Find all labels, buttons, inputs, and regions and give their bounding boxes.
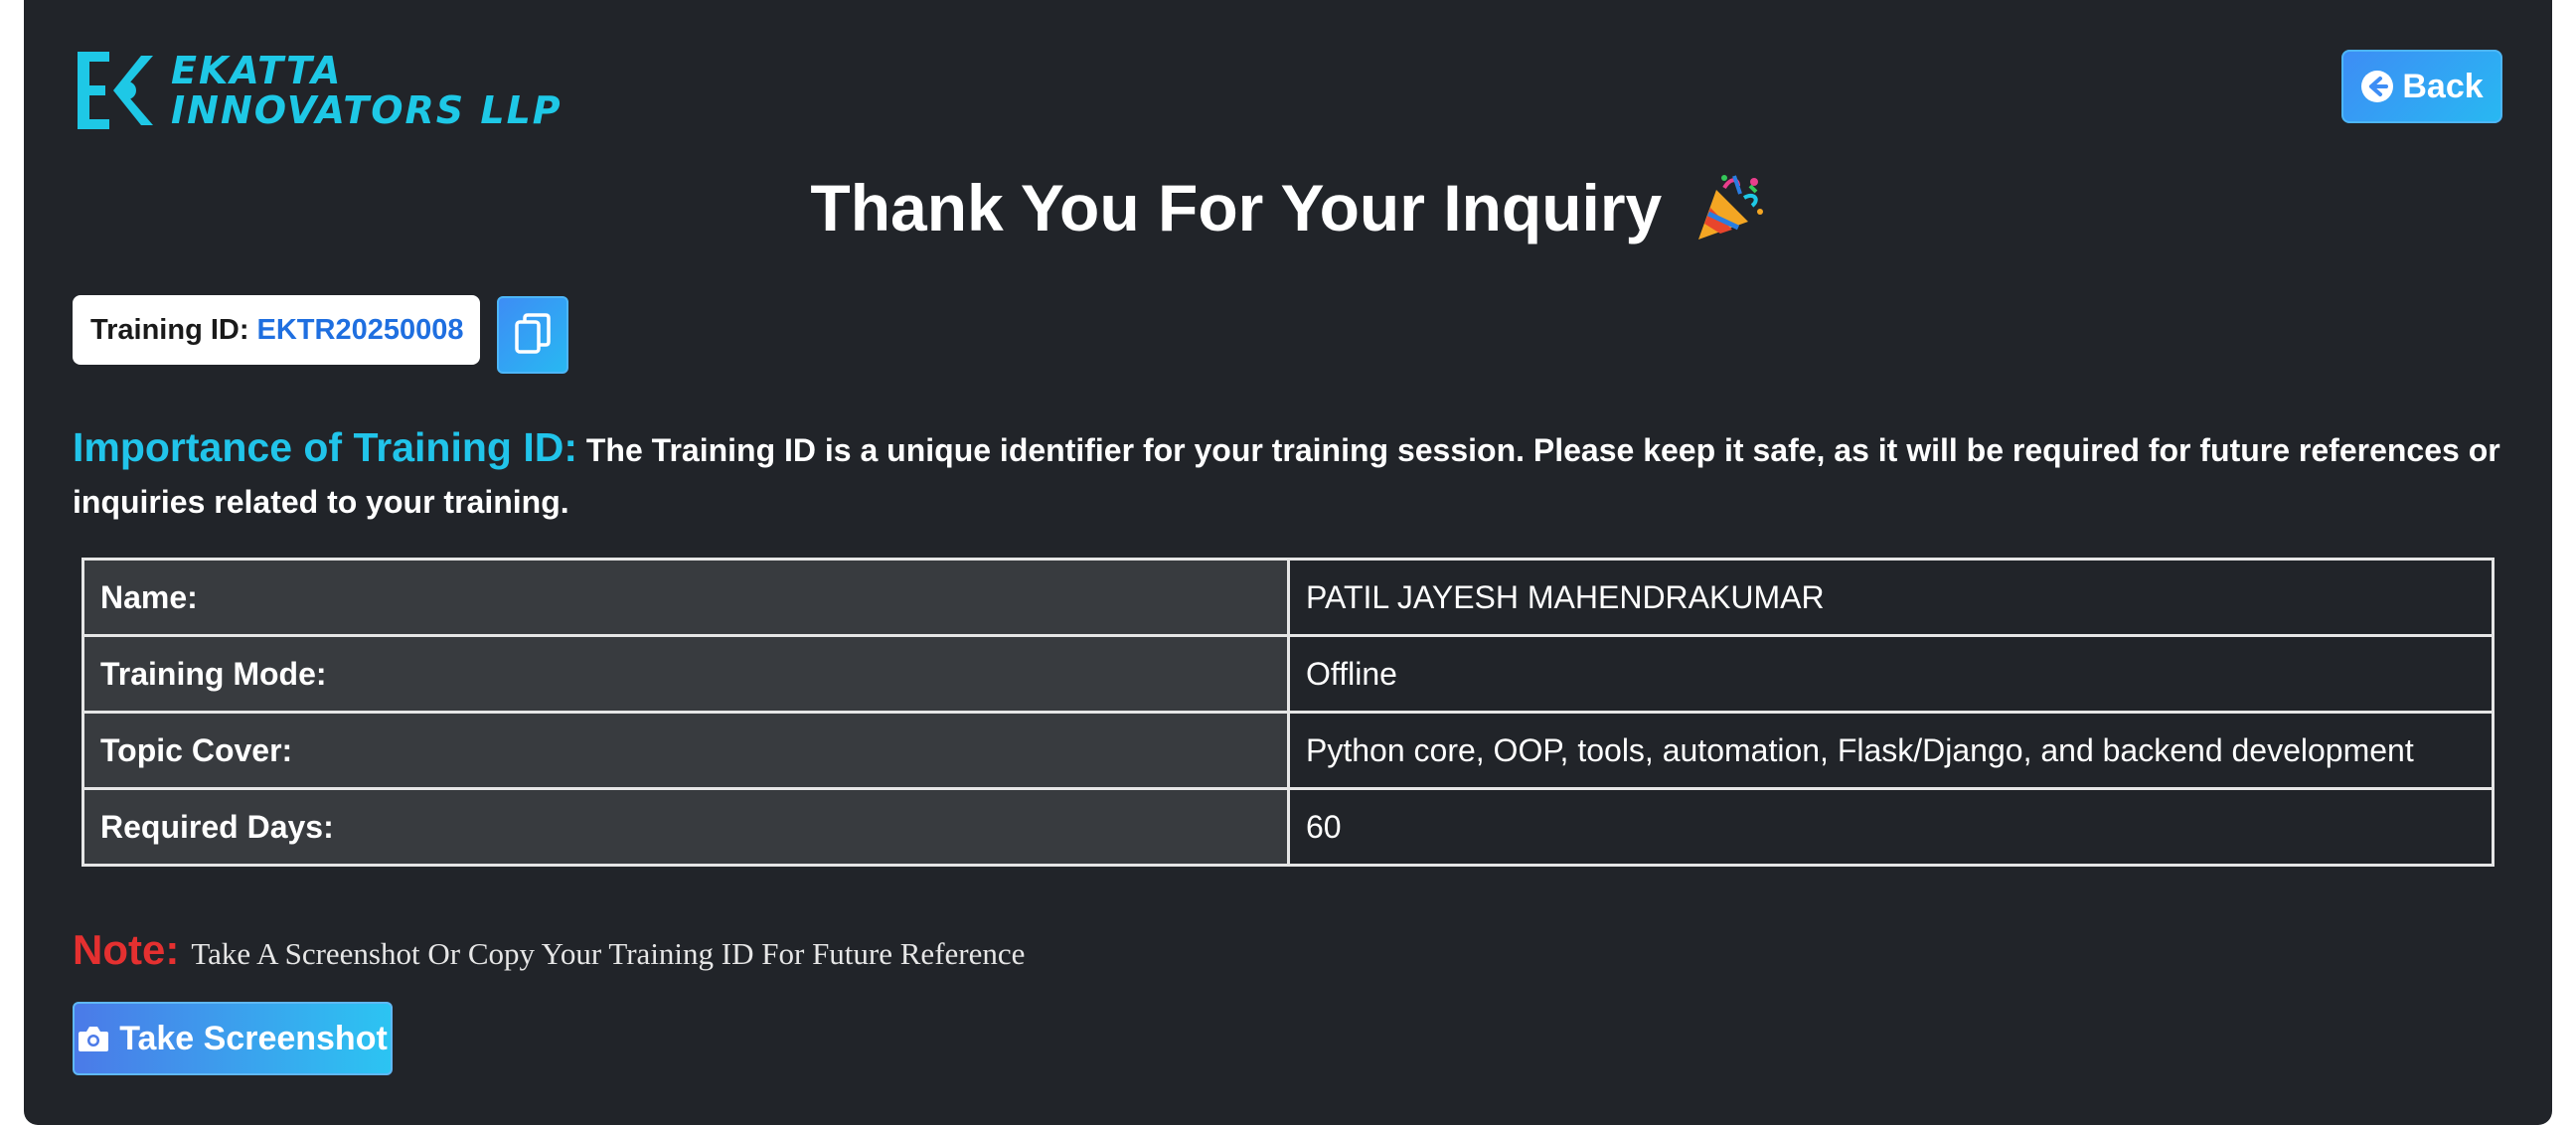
detail-value: PATIL JAYESH MAHENDRAKUMAR bbox=[1287, 558, 2495, 637]
back-button-label: Back bbox=[2402, 67, 2484, 105]
take-screenshot-label: Take Screenshot bbox=[119, 1019, 388, 1057]
note: Note: Take A Screenshot Or Copy Your Tra… bbox=[73, 926, 1025, 974]
detail-key: Training Mode: bbox=[81, 634, 1290, 714]
table-row: Required Days: 60 bbox=[81, 787, 2495, 867]
logo-line-1: EKATTA bbox=[171, 49, 343, 92]
back-button[interactable]: Back bbox=[2341, 50, 2502, 123]
copy-training-id-button[interactable] bbox=[497, 296, 568, 374]
training-id-box: Training ID: EKTR20250008 bbox=[73, 295, 480, 365]
logo-wordmark: EKATTA INNOVATORS LLP bbox=[171, 51, 563, 130]
take-screenshot-button[interactable]: Take Screenshot bbox=[73, 1002, 393, 1075]
logo-line-2: INNOVATORS LLP bbox=[171, 88, 563, 132]
note-text: Take A Screenshot Or Copy Your Training … bbox=[191, 936, 1026, 971]
inquiry-details-table: Name: PATIL JAYESH MAHENDRAKUMAR Trainin… bbox=[81, 558, 2495, 867]
detail-key: Topic Cover: bbox=[81, 711, 1290, 790]
detail-value: Offline bbox=[1287, 634, 2495, 714]
camera-icon bbox=[79, 1027, 109, 1051]
party-popper-icon bbox=[1697, 174, 1763, 240]
copy-icon bbox=[515, 313, 551, 354]
training-id-value: EKTR20250008 bbox=[256, 313, 464, 346]
company-logo: EKATTA INNOVATORS LLP bbox=[72, 48, 563, 133]
arrow-left-circle-icon bbox=[2361, 71, 2394, 102]
detail-key: Name: bbox=[81, 558, 1290, 637]
detail-value: 60 bbox=[1287, 787, 2495, 867]
table-row: Training Mode: Offline bbox=[81, 634, 2495, 714]
importance-heading: Importance of Training ID: bbox=[73, 424, 577, 470]
page-title: Thank You For Your Inquiry bbox=[24, 163, 2552, 252]
page-title-text: Thank You For Your Inquiry bbox=[810, 171, 1663, 244]
training-id-importance: Importance of Training ID: The Training … bbox=[73, 421, 2527, 528]
table-row: Name: PATIL JAYESH MAHENDRAKUMAR bbox=[81, 558, 2495, 637]
table-row: Topic Cover: Python core, OOP, tools, au… bbox=[81, 711, 2495, 790]
note-label: Note: bbox=[73, 926, 180, 973]
training-id-label: Training ID: bbox=[90, 313, 249, 346]
inquiry-confirmation-card: EKATTA INNOVATORS LLP Back Thank You For… bbox=[24, 0, 2552, 1125]
detail-value: Python core, OOP, tools, automation, Fla… bbox=[1287, 711, 2495, 790]
detail-key: Required Days: bbox=[81, 787, 1290, 867]
logo-mark-icon bbox=[78, 52, 153, 129]
